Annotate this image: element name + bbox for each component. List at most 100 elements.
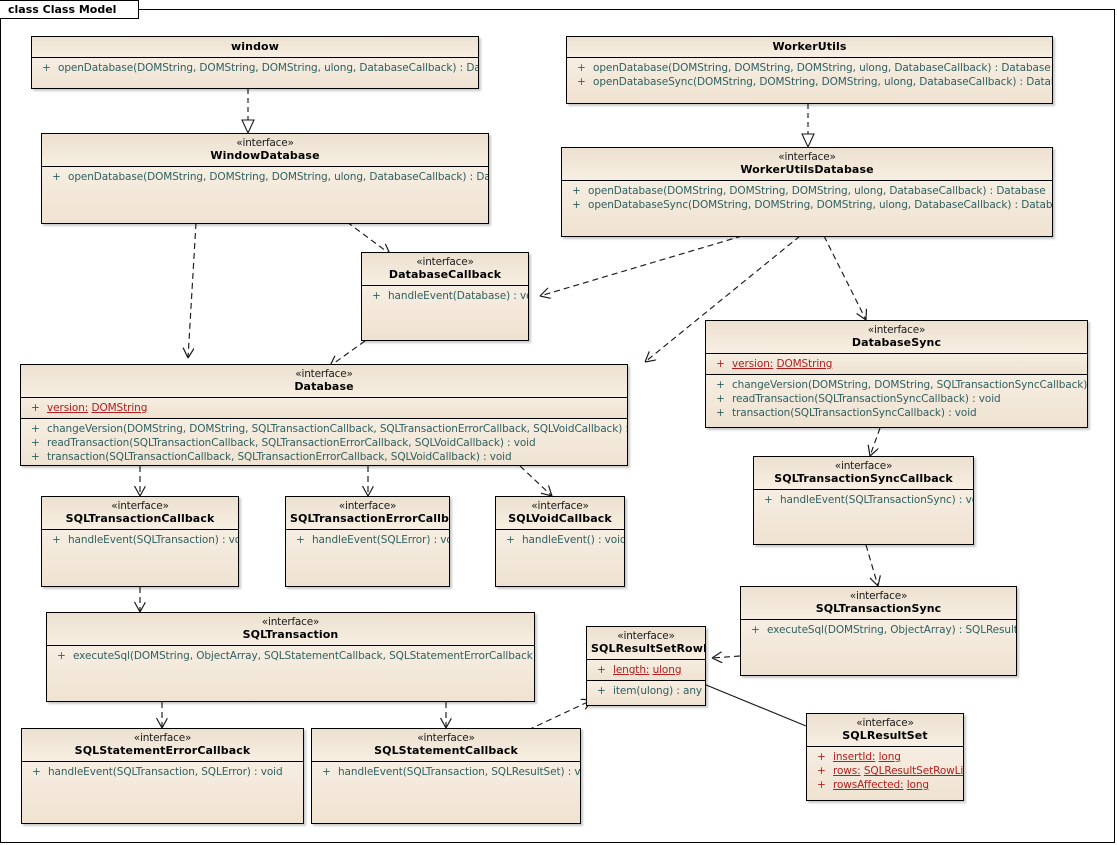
class-sqltransactionerrorcallback-name: SQLTransactionErrorCallback — [290, 512, 449, 525]
class-sqlresultsetrowlist-stereotype: «interface» — [617, 630, 675, 642]
attribute-name: insertId: — [833, 751, 876, 763]
visibility-marker: + — [764, 494, 773, 506]
visibility-marker: + — [322, 766, 331, 778]
visibility-marker: + — [31, 402, 40, 414]
attribute-type: long — [878, 751, 901, 763]
visibility-marker: + — [31, 451, 40, 463]
visibility-marker: + — [296, 534, 305, 546]
class-database-name: Database — [294, 380, 354, 393]
operation-signature: openDatabaseSync(DOMString, DOMString, D… — [593, 76, 1053, 88]
operation-signature: handleEvent(SQLTransaction) : void — [68, 534, 239, 546]
operation-signature: openDatabaseSync(DOMString, DOMString, D… — [588, 199, 1053, 211]
class-sqlvoidcallback-stereotype: «interface» — [531, 500, 589, 512]
operation-signature: readTransaction(SQLTransactionSyncCallba… — [732, 393, 1001, 405]
attribute-name: version: — [47, 402, 89, 414]
class-workerutilsdatabase-header: «interface» WorkerUtilsDatabase — [562, 148, 1052, 181]
attribute-type: ulong — [652, 664, 682, 676]
class-database-operations: + changeVersion(DOMString, DOMString, SQL… — [21, 418, 627, 465]
class-databasesync-header: «interface» DatabaseSync — [706, 321, 1087, 354]
attribute-name: rows: — [833, 765, 861, 777]
operation-signature: handleEvent(SQLTransactionSync) : void — [780, 494, 974, 506]
class-sqlresultsetrowlist-name: SQLResultSetRowList — [591, 642, 705, 655]
class-workerutilsdatabase-stereotype: «interface» — [778, 151, 836, 163]
tab-skew-decoration — [120, 1, 138, 18]
class-sqltransactionsync-name: SQLTransactionSync — [815, 602, 942, 615]
attribute-type: long — [906, 779, 929, 791]
operation-row: + readTransaction(SQLTransactionCallback,… — [21, 436, 627, 450]
operation-row: + executeSql(DOMString, ObjectArray) : SQ… — [741, 623, 1016, 637]
diagram-title-tab: class Class Model — [0, 0, 140, 19]
attribute-row: + insertId: long — [807, 750, 963, 764]
class-sqltransactionsynccallback[interactable]: «interface» SQLTransactionSyncCallback +… — [753, 456, 974, 545]
operation-row: + openDatabase(DOMString, DOMString, DOMS… — [42, 170, 488, 184]
operation-signature: changeVersion(DOMString, DOMString, SQLT… — [732, 379, 1088, 391]
operation-signature: readTransaction(SQLTransactionCallback, … — [47, 437, 536, 449]
visibility-marker: + — [716, 379, 725, 391]
class-window[interactable]: window + openDatabase(DOMString, DOMStrin… — [31, 36, 479, 89]
visibility-marker: + — [716, 393, 725, 405]
operation-row: + handleEvent(SQLTransaction, SQLError) :… — [22, 765, 303, 779]
class-sqltransactionerrorcallback[interactable]: «interface» SQLTransactionErrorCallback … — [285, 496, 450, 587]
attribute-type: DOMString — [776, 358, 833, 370]
visibility-marker: + — [42, 62, 51, 74]
class-databasecallback[interactable]: «interface» DatabaseCallback + handleEven… — [361, 252, 529, 341]
class-sqltransactioncallback[interactable]: «interface» SQLTransactionCallback + hand… — [41, 496, 239, 587]
class-window-header: window — [32, 37, 478, 58]
class-sqltransactionsync-stereotype: «interface» — [849, 590, 908, 602]
class-workerutils-name: WorkerUtils — [772, 40, 847, 53]
class-windowdatabase-header: «interface» WindowDatabase — [42, 134, 488, 167]
class-windowdatabase-stereotype: «interface» — [236, 137, 294, 149]
operation-row: + handleEvent(SQLTransaction, SQLResultSe… — [312, 765, 580, 779]
attribute-name: rowsAffected: — [833, 779, 904, 791]
class-sqltransactioncallback-header: «interface» SQLTransactionCallback — [42, 497, 238, 530]
class-database[interactable]: «interface» Database + version: DOMString… — [20, 364, 628, 466]
class-sqlvoidcallback-header: «interface» SQLVoidCallback — [496, 497, 624, 530]
operation-signature: transaction(SQLTransactionSyncCallback) … — [732, 407, 977, 419]
class-sqlstatementcallback[interactable]: «interface» SQLStatementCallback + handle… — [311, 728, 581, 824]
operation-row: + handleEvent(SQLTransaction) : void — [42, 533, 238, 547]
visibility-marker: + — [52, 171, 61, 183]
class-sqlresultsetrowlist-header: «interface» SQLResultSetRowList — [587, 627, 705, 660]
class-sqlresultset[interactable]: «interface» SQLResultSet + insertId: long… — [806, 713, 964, 801]
visibility-marker: + — [817, 779, 826, 791]
class-windowdatabase[interactable]: «interface» WindowDatabase + openDatabase… — [41, 133, 489, 224]
class-sqltransactionsync-header: «interface» SQLTransactionSync — [741, 587, 1016, 620]
class-workerutils[interactable]: WorkerUtils + openDatabase(DOMString, DOM… — [566, 36, 1053, 104]
operation-signature: handleEvent(SQLError) : void — [312, 534, 450, 546]
class-workerutils-header: WorkerUtils — [567, 37, 1052, 58]
class-databasecallback-name: DatabaseCallback — [388, 268, 502, 281]
attribute-type: DOMString — [91, 402, 148, 414]
visibility-marker: + — [572, 199, 581, 211]
operation-row: + transaction(SQLTransactionSyncCallback)… — [706, 406, 1087, 420]
attribute-row: + version: DOMString — [21, 401, 627, 415]
class-sqlstatementcallback-operations: + handleEvent(SQLTransaction, SQLResultSe… — [312, 762, 580, 823]
visibility-marker: + — [817, 751, 826, 763]
class-windowdatabase-name: WindowDatabase — [210, 149, 320, 162]
operation-signature: openDatabase(DOMString, DOMString, DOMSt… — [593, 62, 1051, 74]
class-sqltransactionsynccallback-stereotype: «interface» — [834, 460, 893, 472]
visibility-marker: + — [597, 685, 606, 697]
visibility-marker: + — [577, 76, 586, 88]
visibility-marker: + — [716, 358, 725, 370]
class-workerutils-operations: + openDatabase(DOMString, DOMString, DOMS… — [567, 58, 1052, 103]
class-sqlstatementerrorcallback-header: «interface» SQLStatementErrorCallback — [22, 729, 303, 762]
class-sqltransactionsync[interactable]: «interface» SQLTransactionSync + executeS… — [740, 586, 1017, 676]
class-sqltransactionsynccallback-name: SQLTransactionSyncCallback — [774, 472, 953, 485]
class-databasesync[interactable]: «interface» DatabaseSync + version: DOMSt… — [705, 320, 1088, 428]
visibility-marker: + — [716, 407, 725, 419]
class-databasesync-name: DatabaseSync — [851, 336, 942, 349]
operation-signature: openDatabase(DOMString, DOMString, DOMSt… — [588, 185, 1046, 197]
visibility-marker: + — [57, 650, 66, 662]
operation-row: + handleEvent(SQLTransactionSync) : void — [754, 493, 973, 507]
class-workerutilsdatabase[interactable]: «interface» WorkerUtilsDatabase + openDat… — [561, 147, 1053, 237]
class-sqlresultset-name: SQLResultSet — [842, 729, 928, 742]
class-sqltransaction[interactable]: «interface» SQLTransaction + executeSql(D… — [46, 612, 535, 702]
visibility-marker: + — [751, 624, 760, 636]
operation-signature: handleEvent() : void — [522, 534, 625, 546]
class-sqlvoidcallback[interactable]: «interface» SQLVoidCallback + handleEvent… — [495, 496, 625, 587]
class-sqlresultsetrowlist[interactable]: «interface» SQLResultSetRowList + length:… — [586, 626, 706, 706]
visibility-marker: + — [31, 437, 40, 449]
diagram-title-label: class Class Model — [8, 3, 117, 16]
class-sqlstatementcallback-stereotype: «interface» — [417, 732, 475, 744]
class-sqlstatementerrorcallback[interactable]: «interface» SQLStatementErrorCallback + h… — [21, 728, 304, 824]
